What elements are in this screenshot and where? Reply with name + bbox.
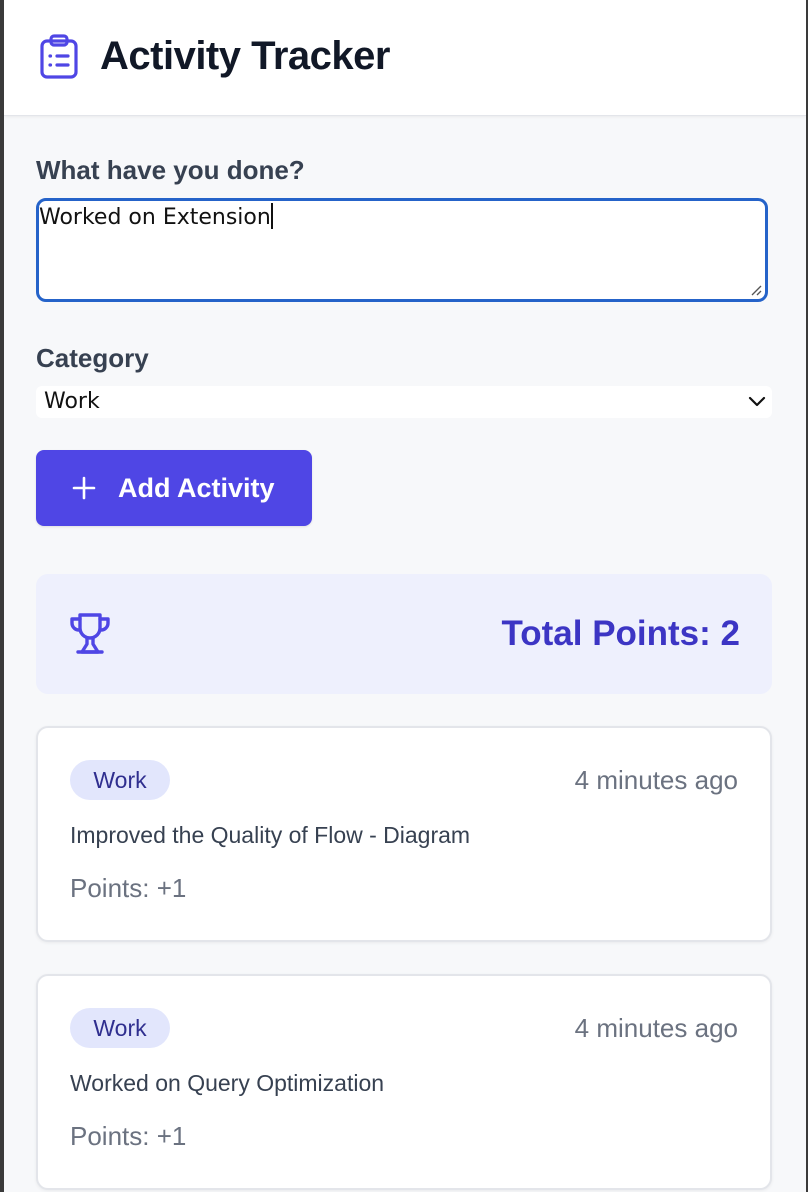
activity-card: Work 4 minutes ago Improved the Quality …: [36, 726, 772, 942]
total-points-value: Total Points: 2: [501, 614, 740, 653]
category-select[interactable]: Work: [36, 386, 772, 418]
category-selected-value: Work: [44, 389, 100, 414]
clipboard-list-icon: [40, 34, 78, 79]
add-activity-button[interactable]: Add Activity: [36, 450, 312, 526]
category-badge: Work: [70, 1008, 170, 1048]
category-badge: Work: [70, 760, 170, 800]
plus-icon: [72, 476, 96, 500]
activity-points: Points: +1: [70, 873, 187, 903]
activity-label: What have you done?: [36, 155, 305, 185]
text-cursor: [270, 203, 273, 229]
add-activity-label: Add Activity: [118, 473, 275, 503]
resize-grip-icon[interactable]: [750, 284, 762, 296]
activity-textarea[interactable]: Worked on Extension: [36, 198, 768, 302]
activity-text: Worked on Extension: [39, 205, 271, 230]
activity-description: Improved the Quality of Flow - Diagram: [70, 822, 471, 848]
total-points-panel: Total Points: 2: [36, 574, 772, 694]
app-title: Activity Tracker: [100, 34, 390, 78]
trophy-icon: [70, 613, 110, 654]
activity-description: Worked on Query Optimization: [70, 1070, 385, 1096]
app-header: Activity Tracker: [4, 0, 806, 116]
activity-card: Work 4 minutes ago Worked on Query Optim…: [36, 974, 772, 1190]
activity-tracker-popup: Activity Tracker What have you done? Wor…: [4, 0, 806, 1192]
activity-points: Points: +1: [70, 1121, 187, 1151]
activity-time: 4 minutes ago: [574, 1013, 738, 1043]
category-label: Category: [36, 343, 149, 373]
chevron-down-icon: [748, 396, 766, 407]
activity-time: 4 minutes ago: [574, 765, 738, 795]
